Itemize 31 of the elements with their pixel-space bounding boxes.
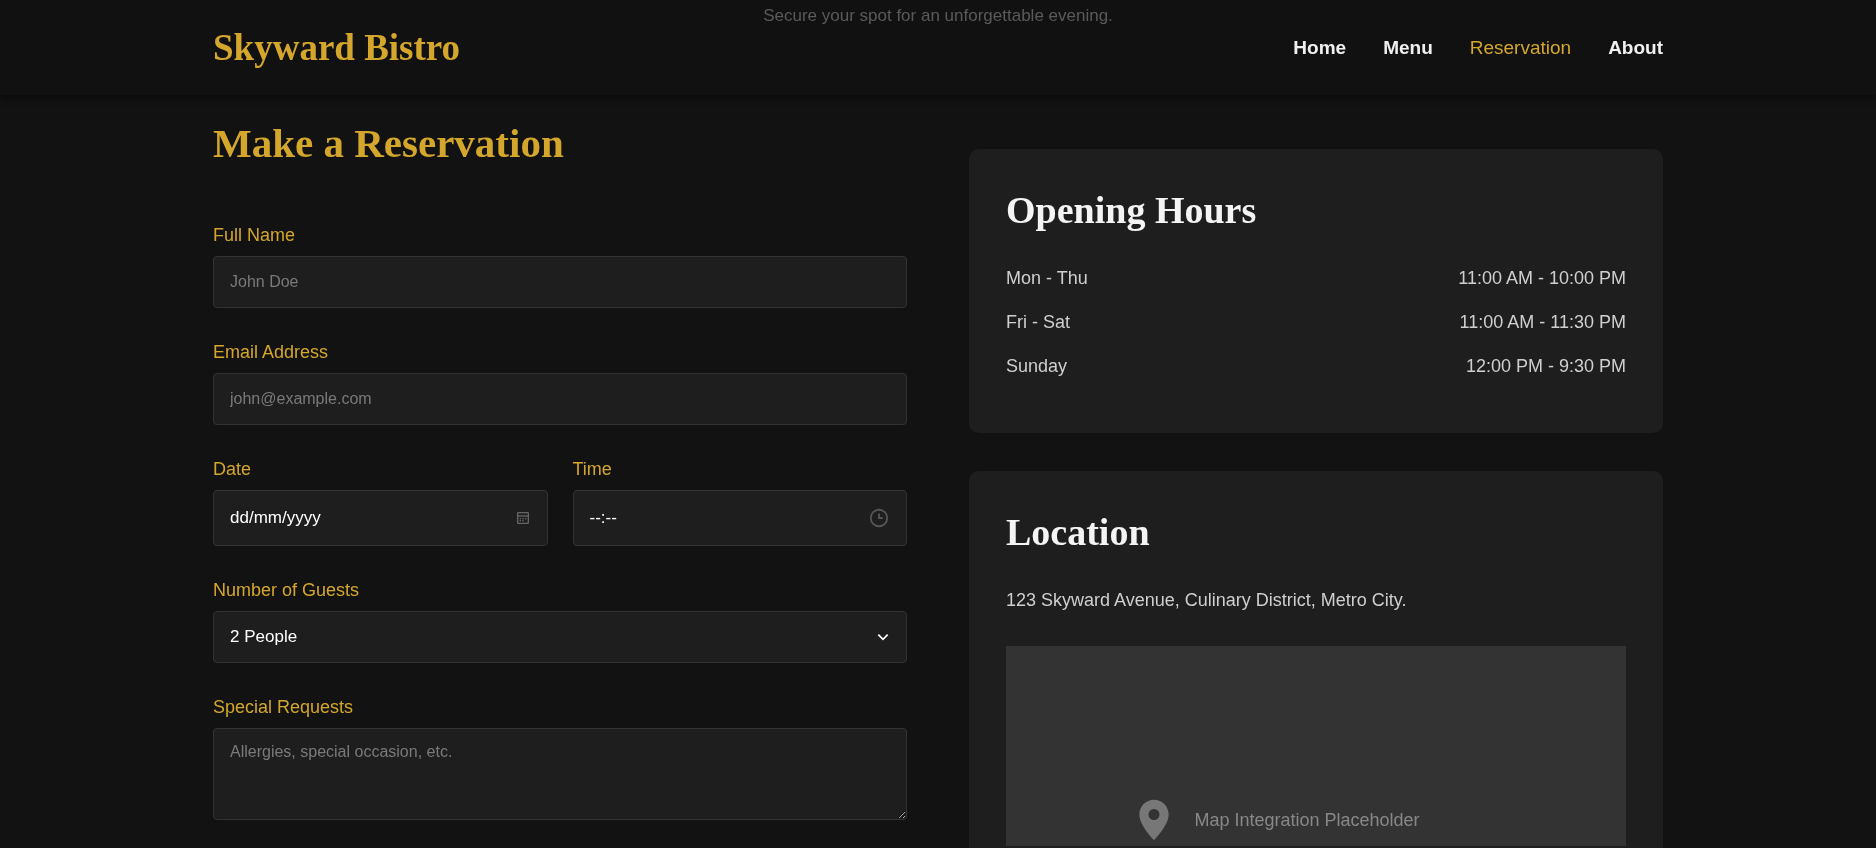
date-field[interactable]: dd/mm/yyyy <box>213 490 548 546</box>
page-title: Make a Reservation <box>213 119 565 167</box>
days-label: Sunday <box>1006 355 1068 377</box>
card-title: Location <box>1006 510 1151 555</box>
field-label: Date <box>213 459 253 479</box>
input-field[interactable]: Allergies, special occasion, etc. <box>213 728 907 820</box>
address-text: 123 Skyward Avenue, Culinary District, Metro City. <box>1006 589 1408 611</box>
nav-link[interactable]: About <box>1608 36 1663 59</box>
hours-text: 12:00 PM - 9:30 PM <box>1465 355 1626 377</box>
hours-text: 11:00 AM - 10:00 PM <box>1458 267 1626 289</box>
nav-link[interactable]: Menu <box>1383 36 1433 59</box>
card-title: Opening Hours <box>1006 188 1258 233</box>
tagline: Secure your spot for an unforgettable evening. <box>763 6 1113 26</box>
days-label: Fri - Sat <box>1006 311 1070 333</box>
field-label: Time <box>572 459 613 479</box>
nav-link[interactable]: Reservation <box>1469 36 1572 59</box>
field-label: Full Name <box>213 225 297 245</box>
hours-text: 11:00 AM - 11:30 PM <box>1459 311 1626 333</box>
calendar-icon <box>514 510 531 526</box>
field-label: Email Address <box>213 342 330 362</box>
guests-dropdown[interactable]: 2 People <box>213 611 907 663</box>
nav-link[interactable]: Home <box>1293 36 1347 59</box>
time-field[interactable]: --:-- <box>572 490 907 546</box>
field-label: Number of Guests <box>213 580 361 600</box>
days-label: Mon - Thu <box>1006 267 1088 289</box>
clock-icon <box>868 507 890 529</box>
input-field[interactable]: John Doe <box>213 256 907 308</box>
input-field[interactable]: john@example.com <box>213 373 907 425</box>
map-caption: Map Integration Placeholder <box>1194 809 1420 831</box>
logo[interactable]: Skyward Bistro <box>213 26 461 69</box>
field-label: Special Requests <box>213 697 355 717</box>
